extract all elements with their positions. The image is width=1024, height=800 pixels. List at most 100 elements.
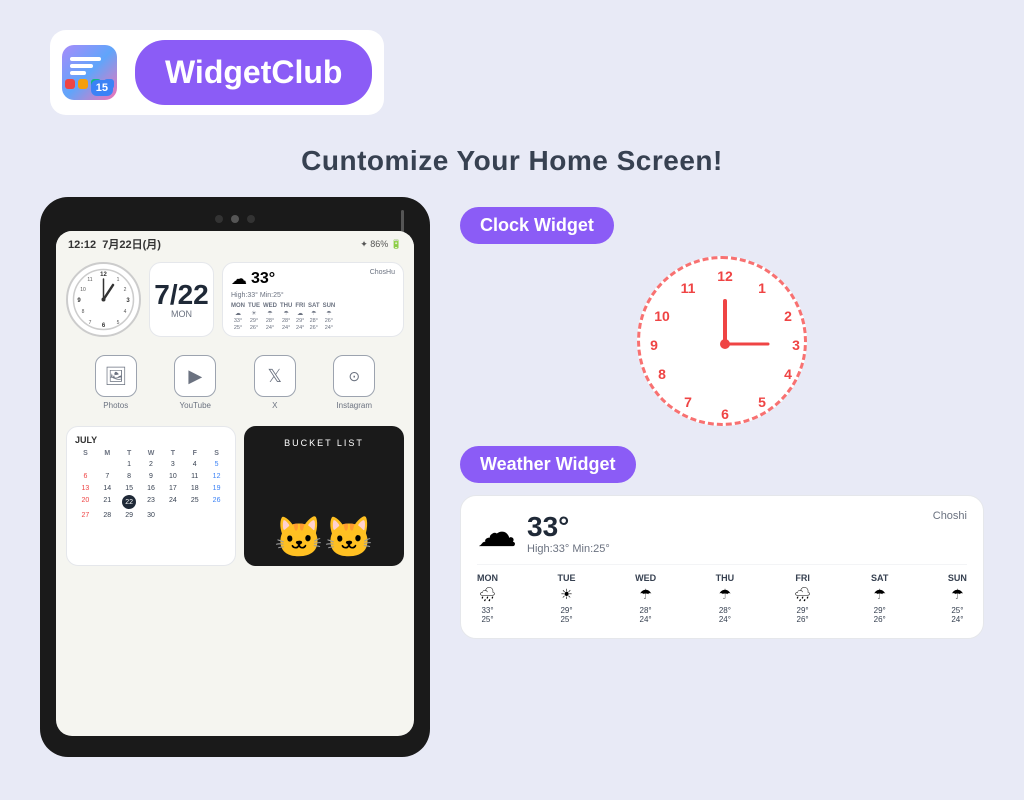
weather-hilo-small: High:33° Min:25° xyxy=(231,292,284,299)
ios-badge: 15 xyxy=(91,80,113,96)
tablet-top-bar xyxy=(56,215,414,223)
svg-text:8: 8 xyxy=(658,366,666,382)
weather-city-large: Choshi xyxy=(933,510,967,522)
forecast-mon: MON 🌧 33°25° xyxy=(477,573,498,624)
weather-location-small: ChosHu xyxy=(284,269,395,276)
forecast-fri: FRI 🌧 29°26° xyxy=(794,573,812,624)
clock-widget-label: Clock Widget xyxy=(460,207,614,244)
instagram-label: Instagram xyxy=(336,401,372,410)
svg-text:12: 12 xyxy=(100,272,107,278)
cal-header-f: F xyxy=(184,449,205,458)
today-marker: 22 xyxy=(122,495,136,509)
svg-text:11: 11 xyxy=(87,277,92,283)
weather-widget-section: Weather Widget ☁ 33° High:33° Min:25° Ch… xyxy=(460,446,984,639)
forecast-mon-icon: 🌧 xyxy=(479,586,497,603)
widgets-top-row: 12 3 6 9 1 2 4 5 7 8 10 xyxy=(66,262,404,337)
clock-widget-small: 12 3 6 9 1 2 4 5 7 8 10 xyxy=(66,262,141,337)
weather-top-row: ☁ 33° High:33° Min:25° Choshi xyxy=(477,510,967,556)
cal-header-t1: T xyxy=(119,449,140,458)
svg-text:5: 5 xyxy=(117,320,120,326)
app-youtube[interactable]: ▶ YouTube xyxy=(174,355,216,410)
brand-pill: WidgetClub xyxy=(135,40,372,105)
tablet-wrapper: 12:12 7月22日(月) ✦ 86% 🔋 xyxy=(40,197,430,757)
brand-name: WidgetClub xyxy=(165,54,342,90)
tablet-camera-1 xyxy=(215,215,223,223)
bucket-list-widget: BUCKET LIST 🐱🐱 xyxy=(244,426,404,566)
cal-header-w: W xyxy=(141,449,162,458)
date-widget: 7/22 mon xyxy=(149,262,214,337)
screen-time: 12:12 7月22日(月) xyxy=(68,236,161,252)
forecast-tue: TUE ☀ 29°25° xyxy=(558,573,576,624)
weather-day-mon: MON☁33°25° xyxy=(231,303,245,331)
forecast-wed-icon: ☂ xyxy=(639,586,652,603)
svg-text:1: 1 xyxy=(117,277,120,283)
app-x[interactable]: 𝕏 X xyxy=(254,355,296,410)
screen-bottom-row: JULY S M T W T F S xyxy=(66,426,404,574)
weather-day-wed: WED☂28°24° xyxy=(263,303,277,331)
forecast-thu: THU ☂ 28°24° xyxy=(716,573,735,624)
bucket-title: BUCKET LIST xyxy=(284,438,364,448)
date-day: mon xyxy=(171,309,192,319)
main-content: 12:12 7月22日(月) ✦ 86% 🔋 xyxy=(0,197,1024,757)
photos-label: Photos xyxy=(103,401,128,410)
svg-text:4: 4 xyxy=(784,366,792,382)
svg-text:4: 4 xyxy=(124,309,127,315)
tablet-device: 12:12 7月22日(月) ✦ 86% 🔋 xyxy=(40,197,430,757)
dot-yellow xyxy=(78,79,88,89)
forecast-tue-icon: ☀ xyxy=(560,586,573,603)
tagline: Cuntomize Your Home Screen! xyxy=(0,145,1024,177)
svg-text:10: 10 xyxy=(654,308,670,324)
weather-day-fri: FRI☁29°24° xyxy=(295,303,305,331)
apps-row: 🖼 Photos ▶ YouTube 𝕏 X ⊙ xyxy=(66,347,404,418)
tablet-camera-3 xyxy=(247,215,255,223)
weather-day-sun: SUN☂26°24° xyxy=(323,303,336,331)
svg-text:6: 6 xyxy=(721,406,729,422)
app-photos[interactable]: 🖼 Photos xyxy=(95,355,137,410)
svg-text:5: 5 xyxy=(758,394,766,410)
forecast-wed: WED ☂ 28°24° xyxy=(635,573,656,624)
cal-header-s2: S xyxy=(206,449,227,458)
logo-line-3 xyxy=(70,71,86,75)
forecast-sat: SAT ☂ 29°26° xyxy=(871,573,888,624)
weather-temp-large: 33° xyxy=(527,511,610,543)
weather-widget-label: Weather Widget xyxy=(460,446,636,483)
logo-line-2 xyxy=(70,64,93,68)
photos-icon: 🖼 xyxy=(95,355,137,397)
calendar-grid: S M T W T F S 1 2 xyxy=(75,449,227,521)
weather-left: ☁ 33° High:33° Min:25° xyxy=(477,510,610,556)
x-icon: 𝕏 xyxy=(254,355,296,397)
forecast-sun-icon: ☂ xyxy=(951,586,964,603)
app-instagram[interactable]: ⊙ Instagram xyxy=(333,355,375,410)
tablet-screen: 12:12 7月22日(月) ✦ 86% 🔋 xyxy=(56,231,414,736)
logo-icon: 15 xyxy=(62,45,117,100)
youtube-label: YouTube xyxy=(180,401,211,410)
weather-temp-small: 33° xyxy=(251,270,275,288)
forecast-thu-icon: ☂ xyxy=(719,586,732,603)
x-label: X xyxy=(272,401,277,410)
svg-text:8: 8 xyxy=(82,309,85,315)
weather-days-row: MON☁33°25° TUE☀29°26° WED☂28°24° THU☂28°… xyxy=(231,303,395,331)
svg-text:9: 9 xyxy=(650,337,658,353)
cloud-icon-large: ☁ xyxy=(477,510,517,556)
dot-red xyxy=(65,79,75,89)
svg-text:11: 11 xyxy=(681,280,696,296)
cal-header-t2: T xyxy=(162,449,183,458)
forecast-fri-icon: 🌧 xyxy=(794,586,812,603)
calendar-widget: JULY S M T W T F S xyxy=(66,426,236,566)
weather-hilo-large: High:33° Min:25° xyxy=(527,543,610,555)
weather-widget-small: ☁ 33° High:33° Min:25° ChosHu xyxy=(222,262,404,337)
logo-line-1 xyxy=(70,57,101,61)
svg-text:7: 7 xyxy=(89,320,92,326)
instagram-icon: ⊙ xyxy=(333,355,375,397)
svg-text:10: 10 xyxy=(80,287,86,293)
svg-text:1: 1 xyxy=(758,280,766,296)
logo-container: 15 WidgetClub xyxy=(50,30,384,115)
screen-status-bar: 12:12 7月22日(月) ✦ 86% 🔋 xyxy=(56,231,414,257)
analog-clock: 12 1 2 3 4 5 6 7 8 xyxy=(637,256,807,426)
calendar-month: JULY xyxy=(75,435,227,445)
youtube-icon: ▶ xyxy=(174,355,216,397)
weather-temp-info: 33° High:33° Min:25° xyxy=(527,511,610,555)
svg-text:2: 2 xyxy=(784,308,792,324)
bucket-cats-illustration: 🐱🐱 xyxy=(274,518,374,558)
weather-day-thu: THU☂28°24° xyxy=(280,303,292,331)
